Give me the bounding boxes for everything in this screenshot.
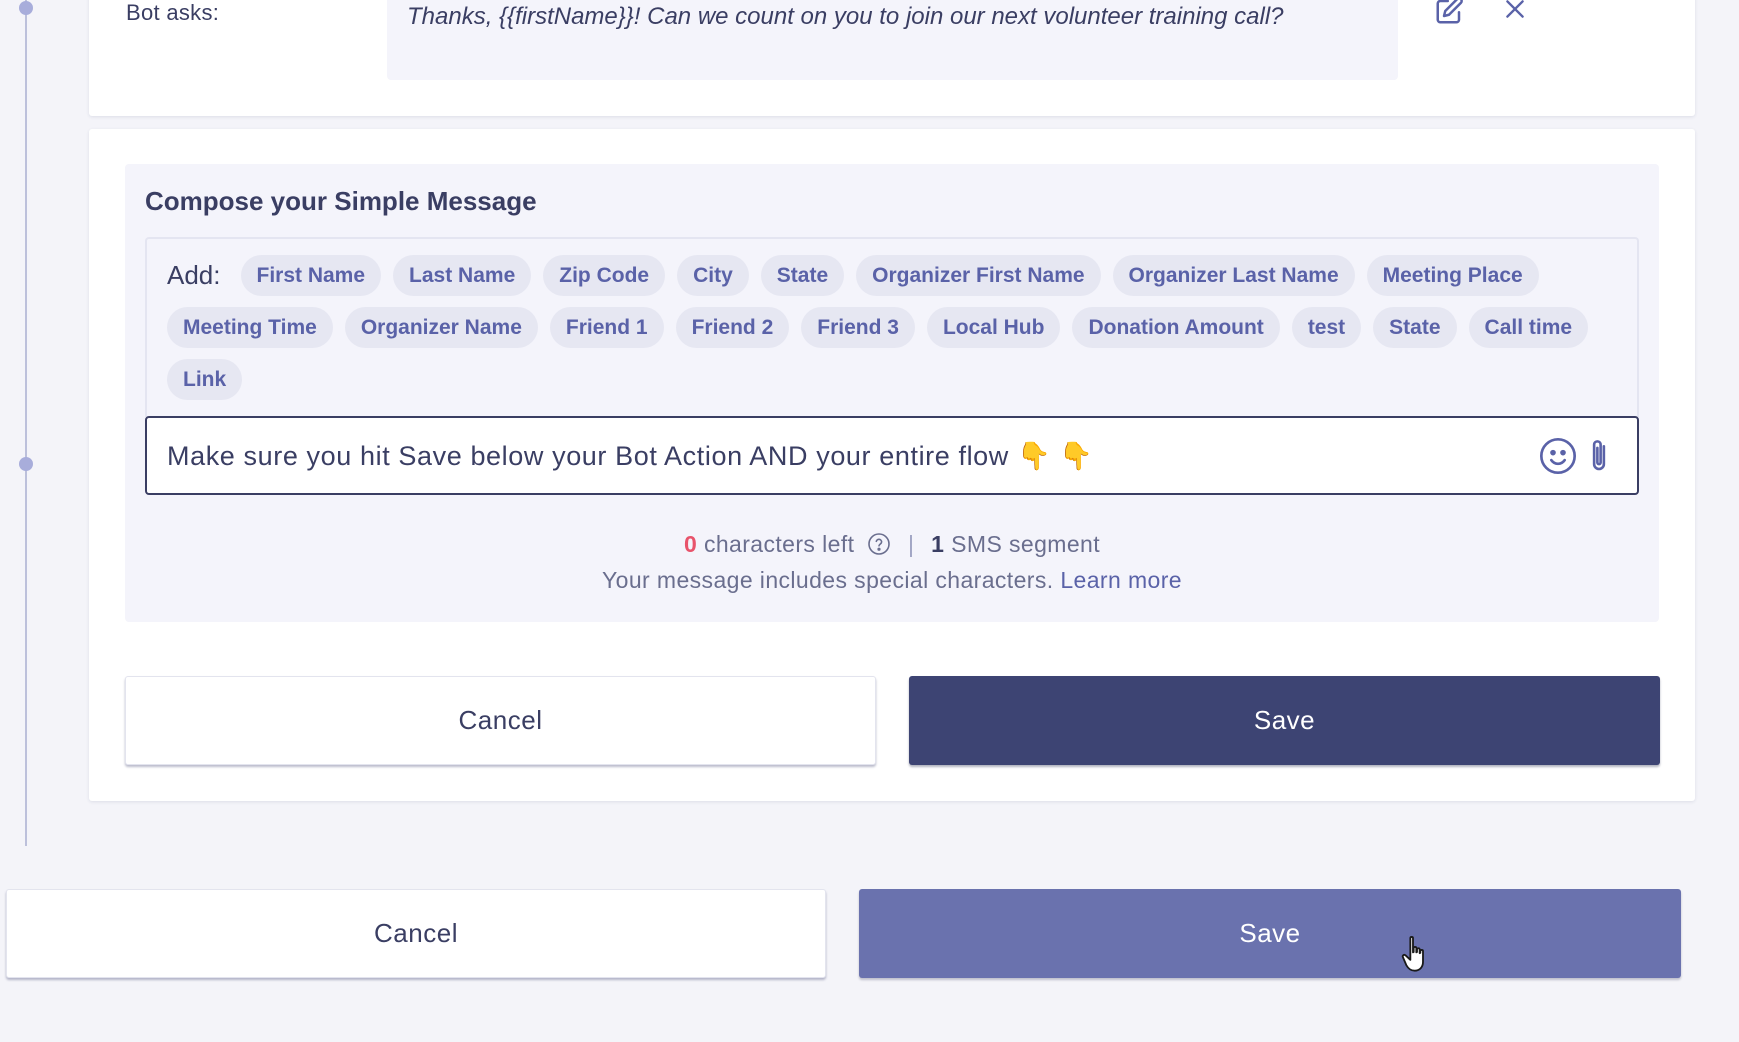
chars-left-count: 0 [683, 531, 698, 557]
learn-more-link[interactable]: Learn more [1060, 567, 1182, 593]
close-icon[interactable] [1502, 0, 1528, 22]
edit-icon[interactable] [1434, 0, 1464, 26]
compose-title: Compose your Simple Message [145, 186, 537, 216]
tag-state[interactable]: State [760, 255, 845, 296]
tag-meeting-place[interactable]: Meeting Place [1366, 255, 1539, 296]
tag-friend-3[interactable]: Friend 3 [801, 307, 915, 348]
tag-first-name[interactable]: First Name [240, 255, 382, 296]
sms-segment-count: 1 [931, 531, 945, 557]
special-characters-info: Your message includes special characters… [125, 567, 1659, 594]
tag-donation-amount[interactable]: Donation Amount [1072, 307, 1280, 348]
emoji-icon[interactable] [1538, 436, 1578, 476]
tag-organizer-name[interactable]: Organizer Name [344, 307, 538, 348]
pointer-cursor-icon [1401, 936, 1424, 972]
bot-asks-label: Bot asks: [126, 0, 220, 25]
tag-organizer-first-name[interactable]: Organizer First Name [856, 255, 1101, 296]
add-label: Add: [167, 260, 221, 290]
action-cancel-button[interactable]: Cancel [125, 676, 876, 765]
tag-friend-2[interactable]: Friend 2 [675, 307, 790, 348]
special-characters-text: Your message includes special characters… [602, 567, 1054, 593]
separator: | [908, 531, 915, 557]
tag-organizer-last-name[interactable]: Organizer Last Name [1112, 255, 1355, 296]
tag-zip-code[interactable]: Zip Code [543, 255, 666, 296]
flow-save-button[interactable]: Save [859, 889, 1681, 978]
action-save-button[interactable]: Save [909, 676, 1660, 765]
tag-city[interactable]: City [677, 255, 749, 296]
message-input[interactable]: Make sure you hit Save below your Bot Ac… [145, 416, 1639, 495]
timeline-rail [25, 0, 27, 846]
timeline-dot [19, 457, 33, 471]
sms-segment-label: SMS segment [951, 531, 1101, 557]
tag-state-2[interactable]: State [1373, 307, 1457, 348]
tag-meeting-time[interactable]: Meeting Time [167, 307, 333, 348]
tag-test[interactable]: test [1291, 307, 1362, 348]
tag-call-time[interactable]: Call time [1468, 307, 1589, 348]
flow-cancel-button[interactable]: Cancel [6, 889, 826, 978]
chars-left-label: characters left [703, 531, 855, 557]
attachment-icon[interactable] [1586, 436, 1612, 476]
tag-local-hub[interactable]: Local Hub [926, 307, 1061, 348]
bot-question-text: Thanks, {{firstName}}! Can we count on y… [387, 0, 1398, 80]
tag-link[interactable]: Link [167, 359, 243, 400]
merge-tags: Add: First Name Last Name Zip Code City … [167, 255, 1627, 400]
timeline-dot [19, 1, 33, 15]
page: Bot asks: Thanks, {{firstName}}! Can we … [0, 0, 1739, 1042]
help-icon[interactable] [867, 532, 891, 556]
tag-friend-1[interactable]: Friend 1 [549, 307, 664, 348]
character-count-info: 0 characters left | 1 SMS segment [125, 531, 1659, 558]
tag-last-name[interactable]: Last Name [393, 255, 532, 296]
